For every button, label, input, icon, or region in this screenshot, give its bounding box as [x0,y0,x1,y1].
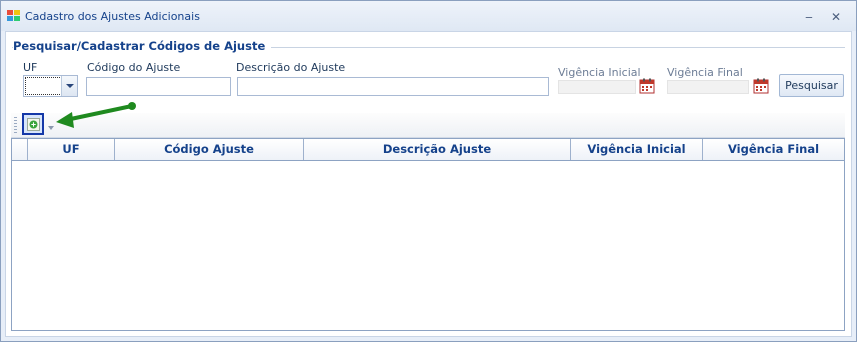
title-bar[interactable]: Cadastro dos Ajustes Adicionais ‒ ✕ [1,1,856,31]
group-title: Pesquisar/Cadastrar Códigos de Ajuste [13,39,272,53]
uf-combo-value[interactable] [25,77,62,95]
vig-final-label: Vigência Final [667,66,743,79]
app-window-icon [7,10,20,21]
codigo-label: Código do Ajuste [87,61,181,74]
minimize-button[interactable]: ‒ [800,10,818,24]
close-button[interactable]: ✕ [827,10,845,24]
column-header-codigo[interactable]: Código Ajuste [115,139,304,160]
green-pointer-arrow [56,102,136,128]
column-header-vig-inicial[interactable]: Vigência Inicial [571,139,703,160]
descricao-label: Descrição do Ajuste [236,61,346,74]
uf-label: UF [23,61,38,74]
toolbar-grip[interactable] [14,117,17,133]
client-area: Pesquisar/Cadastrar Códigos de Ajuste UF… [5,31,852,337]
vig-final-input[interactable] [667,80,749,94]
pesquisar-button[interactable]: Pesquisar [779,74,844,97]
vig-inicial-label: Vigência Inicial [558,66,641,79]
vig-inicial-input[interactable] [558,80,636,94]
results-grid[interactable]: UF Código Ajuste Descrição Ajuste Vigênc… [11,138,845,331]
calendar-icon[interactable] [753,78,769,94]
column-header-descricao[interactable]: Descrição Ajuste [304,139,571,160]
window-title: Cadastro dos Ajustes Adicionais [25,10,200,23]
codigo-input[interactable] [86,77,231,96]
uf-dropdown-button[interactable] [61,76,77,96]
descricao-input[interactable] [237,77,549,96]
row-header-corner [12,139,28,160]
calendar-icon[interactable] [639,78,655,94]
app-window: Cadastro dos Ajustes Adicionais ‒ ✕ Pesq… [0,0,857,342]
column-header-uf[interactable]: UF [28,139,115,160]
uf-combobox[interactable] [23,75,78,97]
column-header-vig-final[interactable]: Vigência Final [703,139,844,160]
grid-header: UF Código Ajuste Descrição Ajuste Vigênc… [12,139,844,161]
